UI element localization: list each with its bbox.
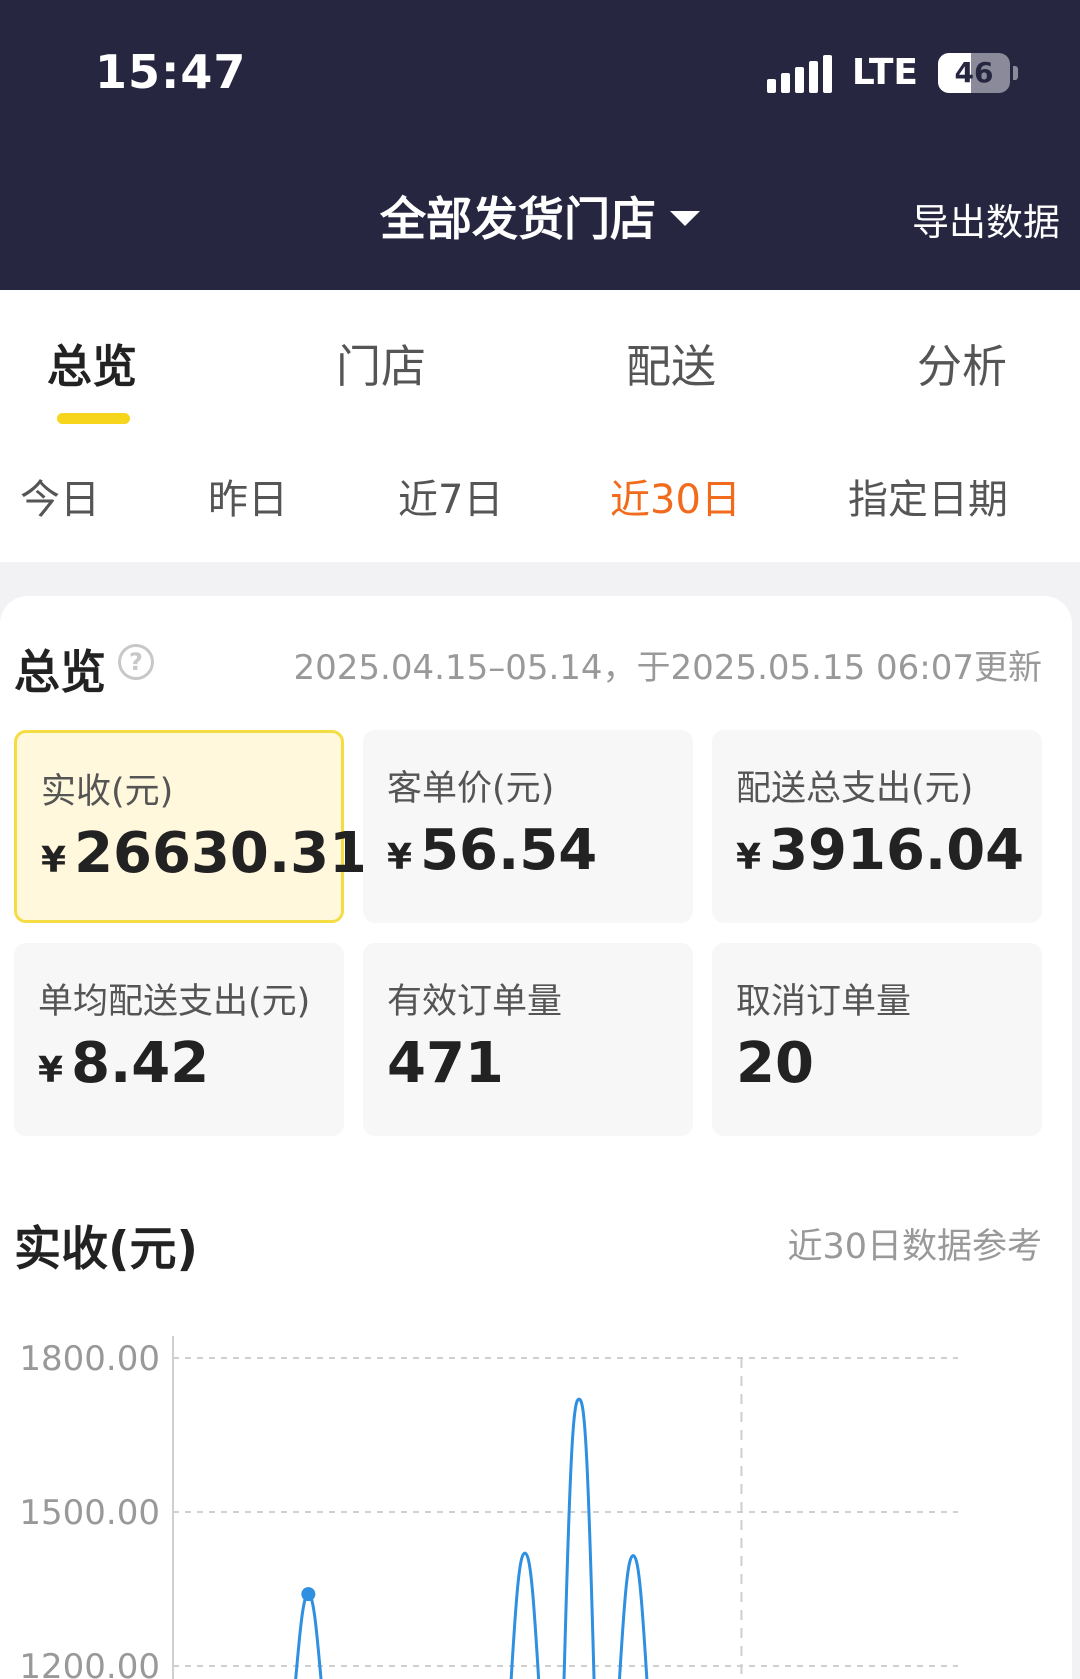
tab-overview[interactable]: 总览 bbox=[47, 330, 137, 395]
range-yesterday[interactable]: 昨日 bbox=[208, 467, 288, 525]
metric-number: 3916.04 bbox=[769, 818, 1025, 883]
range-custom-date[interactable]: 指定日期 bbox=[848, 467, 1008, 525]
revenue-section-title: 实收(元) bbox=[14, 1222, 198, 1277]
metric-number: 26630.31 bbox=[74, 821, 369, 886]
y-tick-label: 1800.00 bbox=[19, 1339, 160, 1379]
metric-value: 471 bbox=[387, 1031, 504, 1096]
metric-card-avg-order[interactable]: 客单价(元) ¥ 56.54 bbox=[363, 730, 693, 923]
metric-value: ¥ 26630.31 bbox=[41, 821, 368, 886]
metric-value: ¥ 56.54 bbox=[387, 818, 597, 883]
metric-label: 配送总支出(元) bbox=[736, 769, 974, 809]
metric-label: 有效订单量 bbox=[387, 982, 563, 1022]
metric-label: 取消订单量 bbox=[736, 982, 912, 1022]
signal-icon bbox=[766, 53, 832, 93]
series-line-segment bbox=[509, 1551, 541, 1679]
metric-number: 471 bbox=[387, 1031, 504, 1096]
overview-title: 总览 bbox=[14, 645, 106, 699]
metric-label: 客单价(元) bbox=[387, 769, 555, 809]
metric-value: 20 bbox=[736, 1031, 814, 1096]
battery-icon: 46 bbox=[938, 52, 1018, 93]
metric-value: ¥ 8.42 bbox=[38, 1031, 209, 1096]
caret-down-icon bbox=[670, 210, 700, 226]
metric-number: 20 bbox=[736, 1031, 814, 1096]
currency-symbol: ¥ bbox=[387, 837, 413, 878]
metric-number: 8.42 bbox=[71, 1031, 210, 1096]
question-circle-icon[interactable]: ? bbox=[118, 644, 154, 680]
metric-label: 单均配送支出(元) bbox=[38, 982, 311, 1022]
app-header: 15:47 LTE 46 全部发货门店 导出数据 bbox=[0, 0, 1080, 290]
battery-level: 46 bbox=[954, 55, 994, 89]
network-type: LTE bbox=[851, 52, 918, 93]
metric-card-valid-orders[interactable]: 有效订单量 471 bbox=[363, 943, 693, 1136]
revenue-section-hint: 近30日数据参考 bbox=[787, 1227, 1042, 1267]
metric-number: 56.54 bbox=[420, 818, 598, 883]
series-line-segment bbox=[562, 1397, 596, 1679]
revenue-line-chart[interactable]: 1800.00 1500.00 1200.00 bbox=[0, 1296, 1000, 1679]
y-tick-label: 1200.00 bbox=[19, 1647, 160, 1679]
status-time: 15:47 bbox=[95, 45, 247, 99]
tabs-area: 总览 门店 配送 分析 今日 昨日 近7日 近30日 指定日期 bbox=[0, 290, 1080, 562]
range-7-days[interactable]: 近7日 bbox=[398, 467, 503, 525]
tab-delivery[interactable]: 配送 bbox=[626, 330, 716, 395]
overview-card: 总览 ? 2025.04.15–05.14，于2025.05.15 06:07更… bbox=[0, 596, 1072, 1679]
metric-value: ¥ 3916.04 bbox=[736, 818, 1024, 883]
data-point[interactable] bbox=[301, 1587, 316, 1602]
tab-analysis[interactable]: 分析 bbox=[917, 330, 1007, 395]
range-30-days[interactable]: 近30日 bbox=[610, 467, 741, 525]
currency-symbol: ¥ bbox=[41, 840, 67, 881]
store-selector-label: 全部发货门店 bbox=[380, 192, 656, 246]
metric-card-cancelled-orders[interactable]: 取消订单量 20 bbox=[712, 943, 1042, 1136]
series-line-segment bbox=[617, 1554, 649, 1679]
currency-symbol: ¥ bbox=[38, 1050, 64, 1091]
active-tab-indicator bbox=[57, 413, 130, 424]
status-icons: LTE 46 bbox=[766, 52, 1018, 93]
tab-stores[interactable]: 门店 bbox=[336, 330, 426, 395]
metric-card-revenue[interactable]: 实收(元) ¥ 26630.31 bbox=[14, 730, 368, 923]
metric-card-avg-delivery[interactable]: 单均配送支出(元) ¥ 8.42 bbox=[14, 943, 344, 1136]
range-today[interactable]: 今日 bbox=[20, 467, 100, 525]
currency-symbol: ¥ bbox=[736, 837, 762, 878]
metric-label: 实收(元) bbox=[41, 772, 174, 812]
export-data-button[interactable]: 导出数据 bbox=[912, 192, 1060, 246]
y-tick-label: 1500.00 bbox=[19, 1493, 160, 1533]
metric-card-delivery-total[interactable]: 配送总支出(元) ¥ 3916.04 bbox=[712, 730, 1042, 923]
update-time-text: 2025.04.15–05.14，于2025.05.15 06:07更新 bbox=[293, 648, 1042, 688]
